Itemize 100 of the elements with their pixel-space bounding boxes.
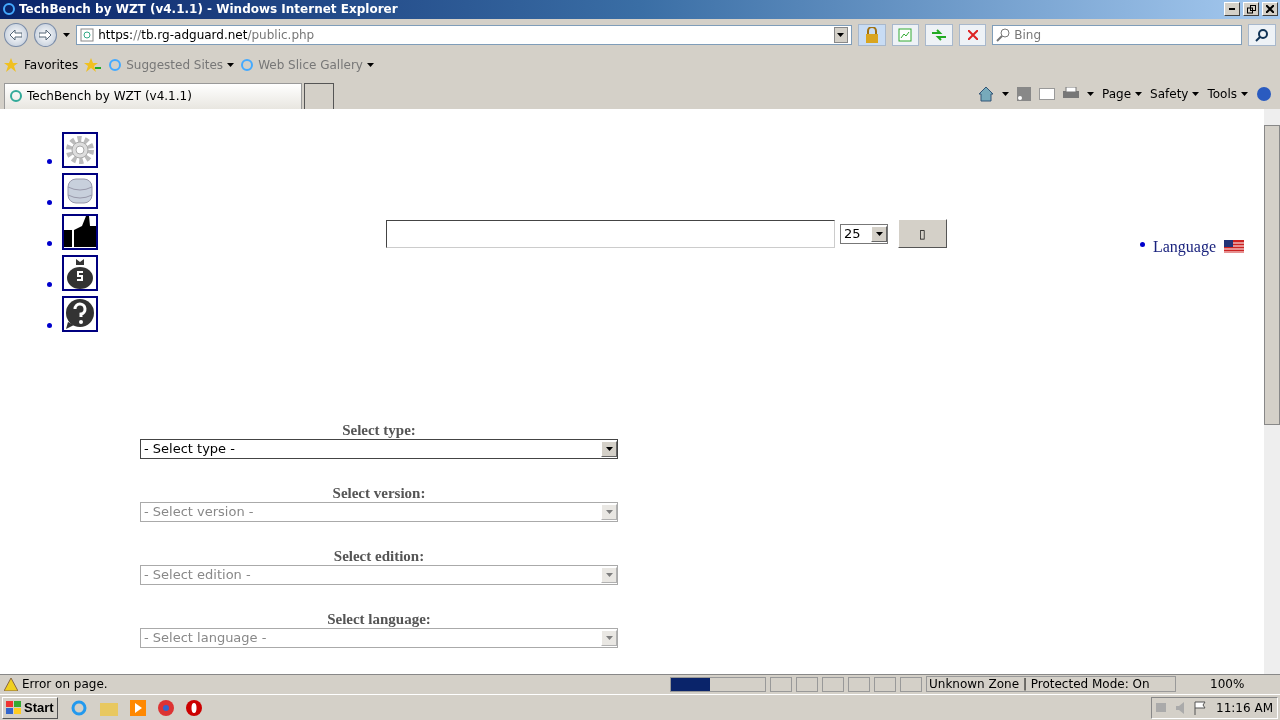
status-pane — [900, 676, 922, 692]
status-pane — [822, 676, 844, 692]
caret-icon — [1002, 91, 1009, 96]
caret-icon — [1135, 91, 1143, 96]
status-pane — [874, 676, 896, 692]
database-icon — [67, 175, 93, 206]
list-bullet — [47, 158, 52, 164]
nav-link[interactable] — [62, 213, 98, 250]
restore-button[interactable] — [1243, 2, 1259, 17]
page-icon — [80, 28, 95, 43]
windows-logo-icon — [6, 701, 21, 715]
search-field[interactable]: Bing — [992, 25, 1243, 46]
language-link[interactable]: Language — [1152, 237, 1216, 256]
stop-button[interactable] — [958, 24, 987, 47]
search-field[interactable] — [386, 219, 835, 248]
minimize-icon — [1229, 8, 1235, 11]
broken-page-icon — [898, 28, 913, 43]
caret-icon — [227, 63, 235, 68]
help-icon — [64, 297, 96, 330]
status-pane — [796, 676, 818, 692]
money-bag-icon — [65, 256, 95, 289]
search-icon — [1255, 28, 1270, 43]
flag-icon — [1224, 240, 1244, 254]
close-icon — [1266, 5, 1274, 14]
minimize-button[interactable] — [1224, 2, 1240, 17]
caret-icon — [366, 63, 374, 68]
page-size-select[interactable]: 25 — [840, 223, 888, 244]
volume-icon — [1176, 701, 1185, 714]
field-label: Select type: — [342, 421, 416, 439]
list-bullet — [47, 199, 52, 205]
nav-link[interactable] — [62, 172, 98, 209]
star-icon — [4, 58, 18, 73]
printer-icon[interactable] — [1063, 86, 1079, 101]
nav-link[interactable] — [62, 131, 98, 168]
lock-icon — [864, 27, 879, 44]
lock-button[interactable] — [857, 24, 886, 47]
command-menu[interactable]: Tools — [1207, 86, 1248, 101]
zoom-level[interactable]: 100% — [1210, 677, 1245, 692]
globe-icon — [108, 58, 123, 73]
caret-icon — [875, 231, 883, 236]
nav-link[interactable] — [62, 254, 98, 291]
field-label: Select version: — [332, 484, 426, 502]
network-icon — [1156, 703, 1167, 713]
caret-icon — [1087, 91, 1094, 96]
globe-icon — [2, 2, 16, 17]
list-bullet — [47, 240, 52, 246]
search-button[interactable] — [1248, 24, 1276, 47]
warning-icon — [4, 677, 18, 691]
mail-icon[interactable] — [1039, 87, 1055, 100]
browser-tab[interactable]: TechBench by WZT (v4.1.1) — [4, 82, 302, 109]
globe-icon — [9, 89, 23, 104]
favorites-button[interactable]: Favorites — [24, 58, 79, 73]
list-bullet — [1139, 242, 1145, 248]
list-bullet — [47, 281, 52, 287]
feed-icon[interactable] — [1017, 86, 1031, 101]
command-menu[interactable]: Safety — [1150, 86, 1200, 101]
flag-icon — [1194, 700, 1207, 715]
caret-icon — [605, 572, 613, 577]
back-button[interactable] — [4, 23, 28, 48]
help-icon[interactable] — [1256, 85, 1272, 102]
start-button[interactable]: Start — [2, 696, 58, 719]
back-arrow-icon — [9, 30, 22, 41]
search-button[interactable]: ▯ — [898, 219, 947, 249]
close-button[interactable] — [1262, 2, 1278, 17]
field-label: Select language: — [327, 610, 431, 628]
gear-icon — [65, 134, 95, 165]
forward-arrow-icon — [39, 30, 52, 41]
caret-icon — [605, 446, 613, 451]
zone-status: Unknown Zone | Protected Mode: On — [926, 676, 1176, 693]
new-tab-button[interactable] — [304, 82, 334, 109]
caret-icon — [1192, 91, 1200, 96]
restore-icon — [1246, 4, 1256, 14]
window-title: TechBench by WZT (v4.1.1) - Windows Internet Explorer — [19, 2, 399, 17]
caret-icon — [1241, 91, 1248, 96]
chrome-icon[interactable] — [157, 699, 174, 716]
forward-button[interactable] — [33, 23, 58, 48]
globe-icon — [240, 58, 255, 73]
clock: 11:16 AM — [1216, 700, 1273, 715]
caret-icon — [605, 635, 613, 640]
refresh-button[interactable] — [925, 24, 953, 47]
status-pane — [770, 676, 792, 692]
address-field[interactable]: https://tb.rg-adguard.net/public.php — [76, 25, 852, 46]
stop-icon — [967, 30, 978, 41]
nav-link[interactable] — [62, 295, 98, 332]
list-bullet — [47, 322, 52, 328]
search-icon — [996, 28, 1011, 43]
command-menu[interactable]: Page — [1102, 86, 1143, 101]
home-icon[interactable] — [978, 85, 994, 102]
status-pane — [848, 676, 870, 692]
caret-icon — [63, 33, 71, 38]
caret-icon — [605, 509, 613, 514]
scrollbar[interactable] — [1264, 108, 1280, 674]
caret-icon — [837, 33, 845, 38]
refresh-icon — [930, 29, 947, 42]
status-message: Error on page. — [22, 677, 109, 692]
dropdown[interactable]: - Select type - — [140, 438, 618, 459]
field-label: Select edition: — [333, 547, 425, 565]
opera-icon[interactable] — [185, 699, 202, 716]
media-player-icon[interactable] — [129, 699, 146, 716]
thumbs-up-icon — [64, 215, 96, 248]
